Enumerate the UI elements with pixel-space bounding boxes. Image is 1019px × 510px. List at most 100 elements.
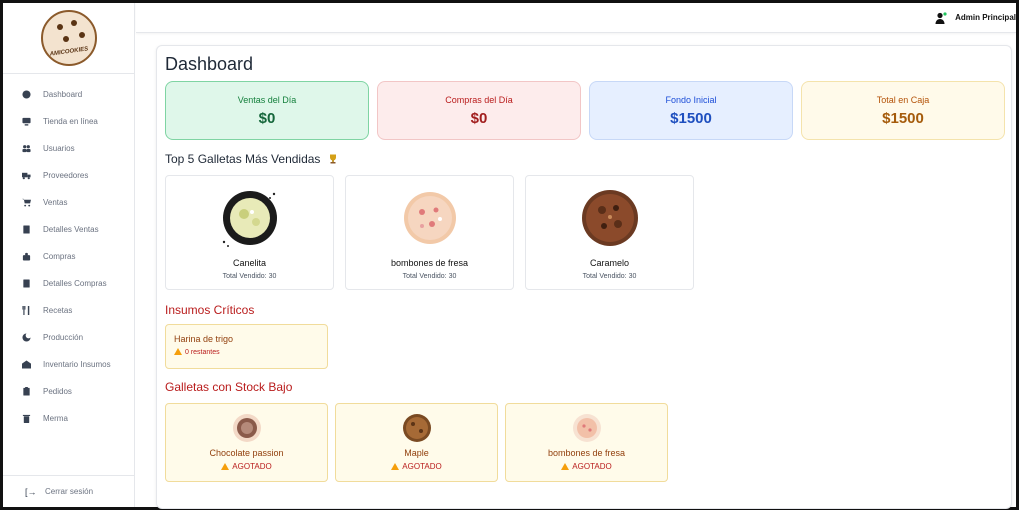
- low-stock-title: Galletas con Stock Bajo: [165, 380, 293, 394]
- cookie-sold: Total Vendido: 30: [222, 273, 277, 280]
- top-cookie-card[interactable]: Caramelo Total Vendido: 30: [525, 175, 694, 290]
- top-cookie-card[interactable]: Canelita Total Vendido: 30: [165, 175, 334, 290]
- user-menu[interactable]: Admin Principal: [935, 11, 1016, 24]
- sidebar-item-label: Dashboard: [43, 90, 83, 99]
- cookie-name: bombones de fresa: [547, 448, 626, 458]
- warning-icon: [391, 463, 400, 470]
- cookie-image: [336, 411, 497, 445]
- cookie-name: Canelita: [232, 258, 267, 268]
- sidebar: AMICOOKIES Dashboard Tienda en línea Usu…: [3, 3, 135, 507]
- sidebar-item-ventas[interactable]: Ventas: [3, 189, 134, 216]
- stat-label: Ventas del Día: [237, 95, 297, 105]
- stock-status: AGOTADO: [506, 462, 667, 471]
- sidebar-item-compras[interactable]: Compras: [3, 243, 134, 270]
- stat-card-compras: Compras del Día $0: [377, 81, 581, 140]
- sidebar-item-label: Producción: [43, 333, 84, 342]
- stat-label: Fondo Inicial: [665, 95, 717, 105]
- sidebar-item-dashboard[interactable]: Dashboard: [3, 81, 134, 108]
- sidebar-item-label: Recetas: [43, 306, 73, 315]
- brand-logo[interactable]: AMICOOKIES: [40, 10, 97, 66]
- cookie-image: [166, 411, 327, 445]
- stat-card-fondo: Fondo Inicial $1500: [589, 81, 793, 140]
- logout-icon: [→: [25, 486, 37, 497]
- book-icon: [21, 279, 31, 289]
- low-stock-card[interactable]: Chocolate passion AGOTADO: [165, 403, 328, 482]
- warning-icon: [174, 348, 182, 355]
- stat-value: $1500: [670, 110, 712, 127]
- user-icon: [935, 11, 947, 24]
- palette-icon: [21, 90, 31, 100]
- warehouse-icon: [21, 360, 31, 370]
- users-icon: [21, 144, 31, 154]
- stat-label: Compras del Día: [445, 95, 513, 105]
- sidebar-item-usuarios[interactable]: Usuarios: [3, 135, 134, 162]
- trophy-icon: [329, 154, 336, 164]
- sidebar-item-label: Detalles Ventas: [43, 225, 99, 234]
- stock-status: AGOTADO: [336, 462, 497, 471]
- sidebar-item-label: Proveedores: [43, 171, 89, 180]
- sidebar-nav: Dashboard Tienda en línea Usuarios Prove…: [3, 81, 134, 432]
- sidebar-item-label: Compras: [43, 252, 76, 261]
- cookie-name: Maple: [404, 448, 429, 458]
- page-title: Dashboard: [165, 54, 254, 74]
- topbar: Admin Principal: [136, 3, 1016, 33]
- logout-label: Cerrar sesión: [45, 487, 94, 496]
- top-cookie-card[interactable]: bombones de fresa Total Vendido: 30: [345, 175, 514, 290]
- low-stock-card[interactable]: bombones de fresa AGOTADO: [505, 403, 668, 482]
- app-window: AMICOOKIES Dashboard Tienda en línea Usu…: [0, 0, 1019, 510]
- dashboard-panel: Dashboard Ventas del Día $0 Compras del …: [156, 45, 1012, 509]
- sidebar-item-label: Ventas: [43, 198, 68, 207]
- sidebar-item-label: Pedidos: [43, 387, 72, 396]
- user-name: Admin Principal: [955, 13, 1016, 22]
- sidebar-item-label: Inventario Insumos: [43, 360, 111, 369]
- stock-status: AGOTADO: [166, 462, 327, 471]
- sidebar-item-produccion[interactable]: Producción: [3, 324, 134, 351]
- stat-value: $0: [258, 110, 276, 127]
- trash-icon: [21, 414, 31, 424]
- bag-icon: [21, 252, 31, 262]
- stat-card-caja: Total en Caja $1500: [801, 81, 1005, 140]
- stat-card-ventas: Ventas del Día $0: [165, 81, 369, 140]
- sidebar-item-merma[interactable]: Merma: [3, 405, 134, 432]
- cookie-sold: Total Vendido: 30: [402, 273, 457, 280]
- sidebar-item-label: Usuarios: [43, 144, 75, 153]
- sidebar-item-label: Merma: [43, 414, 68, 423]
- cookie-image: [346, 183, 513, 253]
- insumo-name: Harina de trigo: [174, 334, 234, 344]
- sidebar-item-inventario[interactable]: Inventario Insumos: [3, 351, 134, 378]
- cookie-icon: [21, 333, 31, 343]
- logout-button[interactable]: [→ Cerrar sesión: [3, 475, 134, 507]
- cookie-image: [506, 411, 667, 445]
- sidebar-item-proveedores[interactable]: Proveedores: [3, 162, 134, 189]
- low-stock-card[interactable]: Maple AGOTADO: [335, 403, 498, 482]
- cookie-name: Chocolate passion: [209, 448, 284, 458]
- sidebar-item-label: Detalles Compras: [43, 279, 107, 288]
- stat-label: Total en Caja: [876, 95, 930, 105]
- cookie-sold: Total Vendido: 30: [582, 273, 637, 280]
- cookie-name: bombones de fresa: [390, 258, 469, 268]
- book-icon: [21, 225, 31, 235]
- cookie-image: [526, 183, 693, 253]
- stat-value: $0: [470, 110, 488, 127]
- monitor-icon: [21, 117, 31, 127]
- clipboard-icon: [21, 387, 31, 397]
- sidebar-item-recetas[interactable]: Recetas: [3, 297, 134, 324]
- cookie-name: Caramelo: [589, 258, 629, 268]
- cart-icon: [21, 198, 31, 208]
- sidebar-item-tienda[interactable]: Tienda en línea: [3, 108, 134, 135]
- truck-icon: [21, 171, 31, 181]
- insumos-title: Insumos Críticos: [165, 303, 255, 317]
- logo-area: AMICOOKIES: [3, 3, 134, 74]
- stat-value: $1500: [882, 110, 924, 127]
- insumo-card[interactable]: Harina de trigo 0 restantes: [165, 324, 328, 369]
- warning-icon: [561, 463, 570, 470]
- sidebar-item-detalles-ventas[interactable]: Detalles Ventas: [3, 216, 134, 243]
- insumo-remaining: 0 restantes: [174, 348, 327, 356]
- sidebar-item-label: Tienda en línea: [43, 117, 98, 126]
- sidebar-item-pedidos[interactable]: Pedidos: [3, 378, 134, 405]
- sidebar-item-detalles-compras[interactable]: Detalles Compras: [3, 270, 134, 297]
- warning-icon: [221, 463, 230, 470]
- top-sellers-title: Top 5 Galletas Más Vendidas: [165, 152, 338, 166]
- utensils-icon: [21, 306, 31, 316]
- cookie-image: [166, 183, 333, 253]
